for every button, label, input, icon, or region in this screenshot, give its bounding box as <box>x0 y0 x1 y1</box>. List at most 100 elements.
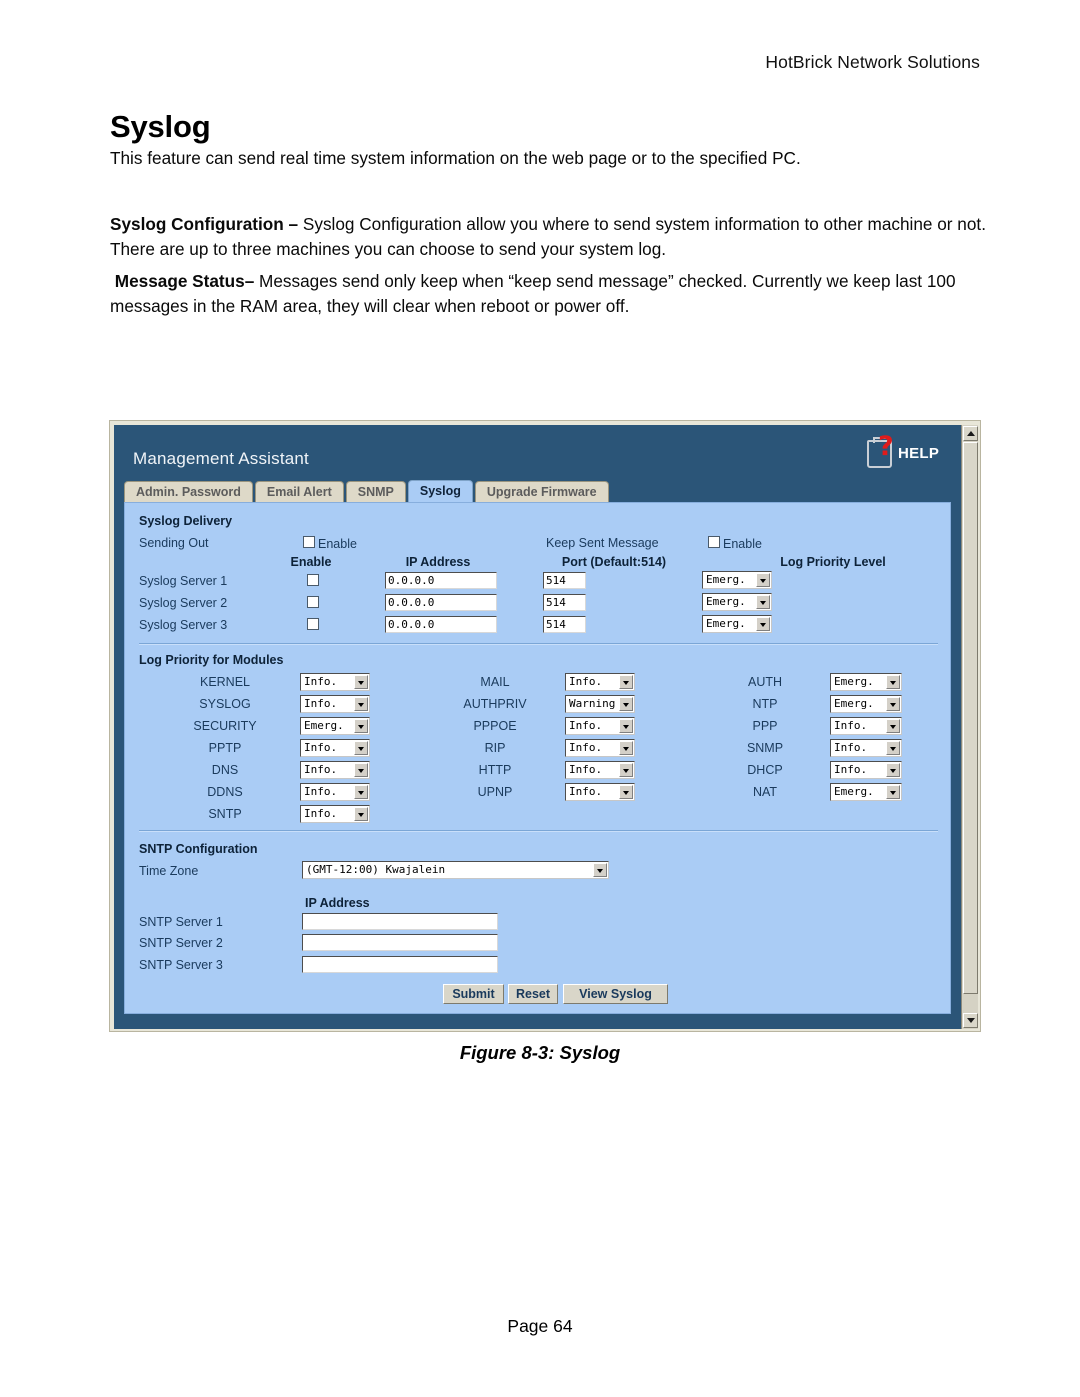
module-dns-value: Info. <box>304 763 338 776</box>
sntp-server-2-input[interactable] <box>302 934 498 951</box>
tab-email-alert[interactable]: Email Alert <box>254 481 344 502</box>
module-auth-label: AUTH <box>747 675 783 689</box>
module-ddns-select[interactable]: Info. <box>300 783 370 801</box>
module-sntp-select[interactable]: Info. <box>300 805 370 823</box>
syslog-configuration-label: Syslog Configuration – <box>110 214 299 234</box>
chevron-down-icon[interactable] <box>619 741 633 755</box>
screenshot-frame: Management Assistant ? HELP Admin. Passw… <box>109 420 981 1032</box>
tab-snmp[interactable]: SNMP <box>345 481 406 502</box>
module-http-select[interactable]: Info. <box>565 761 635 779</box>
tab-syslog[interactable]: Syslog <box>407 480 473 502</box>
module-authpriv-value: Warning <box>569 697 616 710</box>
sntp-server-1-input[interactable] <box>302 913 498 930</box>
chevron-down-icon[interactable] <box>756 617 770 631</box>
message-status-paragraph: Message Status– Messages send only keep … <box>110 269 990 319</box>
module-security-select[interactable]: Emerg. <box>300 717 370 735</box>
chevron-down-icon[interactable] <box>619 675 633 689</box>
chevron-down-icon[interactable] <box>619 697 633 711</box>
syslog-server-2-priority-value: Emerg. <box>706 595 746 608</box>
module-pptp-select[interactable]: Info. <box>300 739 370 757</box>
syslog-server-1-priority-select[interactable]: Emerg. <box>702 571 772 589</box>
syslog-server-1-port-input[interactable]: 514 <box>543 572 586 589</box>
module-auth-select[interactable]: Emerg. <box>830 673 902 691</box>
module-rip-select[interactable]: Info. <box>565 739 635 757</box>
module-syslog-select[interactable]: Info. <box>300 695 370 713</box>
scroll-up-button[interactable] <box>963 426 978 441</box>
module-mail-select[interactable]: Info. <box>565 673 635 691</box>
syslog-server-2-enable-checkbox[interactable] <box>307 596 319 608</box>
scroll-down-button[interactable] <box>963 1013 978 1028</box>
module-dhcp-select[interactable]: Info. <box>830 761 902 779</box>
tab-bar: Admin. Password Email Alert SNMP Syslog … <box>124 480 611 502</box>
module-pppoe-select[interactable]: Info. <box>565 717 635 735</box>
syslog-server-2-port-input[interactable]: 514 <box>543 594 586 611</box>
keep-sent-message-checkbox[interactable] <box>708 536 720 548</box>
time-zone-select[interactable]: (GMT-12:00) Kwajalein <box>302 861 609 879</box>
reset-button[interactable]: Reset <box>508 984 558 1004</box>
chevron-down-icon[interactable] <box>886 741 900 755</box>
chevron-down-icon[interactable] <box>886 763 900 777</box>
syslog-server-3-label: Syslog Server 3 <box>139 618 228 632</box>
chevron-down-icon[interactable] <box>354 697 368 711</box>
chevron-down-icon[interactable] <box>886 719 900 733</box>
module-auth-value: Emerg. <box>834 675 874 688</box>
module-pppoe-value: Info. <box>569 719 603 732</box>
syslog-server-2-priority-select[interactable]: Emerg. <box>702 593 772 611</box>
chevron-down-icon[interactable] <box>354 741 368 755</box>
time-zone-value: (GMT-12:00) Kwajalein <box>306 863 446 876</box>
module-sntp-value: Info. <box>304 807 338 820</box>
syslog-server-3-ip-input[interactable]: 0.0.0.0 <box>385 616 497 633</box>
chevron-down-icon[interactable] <box>619 785 633 799</box>
chevron-down-icon[interactable] <box>354 719 368 733</box>
module-dns-select[interactable]: Info. <box>300 761 370 779</box>
module-snmp-select[interactable]: Info. <box>830 739 902 757</box>
module-ddns-value: Info. <box>304 785 338 798</box>
chevron-down-icon[interactable] <box>886 785 900 799</box>
module-upnp-value: Info. <box>569 785 603 798</box>
module-pppoe-label: PPPOE <box>473 719 517 733</box>
tab-admin-password[interactable]: Admin. Password <box>124 481 253 502</box>
module-http-value: Info. <box>569 763 603 776</box>
sending-out-checkbox[interactable] <box>303 536 315 548</box>
module-ppp-select[interactable]: Info. <box>830 717 902 735</box>
module-ntp-select[interactable]: Emerg. <box>830 695 902 713</box>
col-header-enable: Enable <box>290 555 332 569</box>
module-nat-select[interactable]: Emerg. <box>830 783 902 801</box>
vertical-scrollbar[interactable] <box>961 425 978 1029</box>
syslog-configuration-paragraph: Syslog Configuration – Syslog Configurat… <box>110 212 990 262</box>
syslog-server-1-enable-checkbox[interactable] <box>307 574 319 586</box>
chevron-down-icon[interactable] <box>354 675 368 689</box>
chevron-down-icon[interactable] <box>886 675 900 689</box>
module-dns-label: DNS <box>211 763 239 777</box>
syslog-server-1-ip-input[interactable]: 0.0.0.0 <box>385 572 497 589</box>
module-upnp-select[interactable]: Info. <box>565 783 635 801</box>
figure-caption: Figure 8-3: Syslog <box>459 1042 621 1063</box>
syslog-server-3-port-input[interactable]: 514 <box>543 616 586 633</box>
sntp-ip-address-header: IP Address <box>305 896 370 910</box>
submit-button[interactable]: Submit <box>443 984 504 1004</box>
module-kernel-select[interactable]: Info. <box>300 673 370 691</box>
chevron-down-icon[interactable] <box>354 763 368 777</box>
module-mail-label: MAIL <box>480 675 510 689</box>
chevron-down-icon[interactable] <box>619 719 633 733</box>
chevron-down-icon[interactable] <box>886 697 900 711</box>
view-syslog-button[interactable]: View Syslog <box>563 984 668 1004</box>
module-pptp-label: PPTP <box>208 741 242 755</box>
syslog-server-3-enable-checkbox[interactable] <box>307 618 319 630</box>
tab-upgrade-firmware[interactable]: Upgrade Firmware <box>474 481 609 502</box>
chevron-down-icon[interactable] <box>354 807 368 821</box>
syslog-server-3-priority-value: Emerg. <box>706 617 746 630</box>
tab-content-syslog: Syslog Delivery Sending Out Enable Keep … <box>124 502 951 1014</box>
chevron-down-icon[interactable] <box>756 573 770 587</box>
syslog-server-3-priority-select[interactable]: Emerg. <box>702 615 772 633</box>
syslog-server-2-ip-input[interactable]: 0.0.0.0 <box>385 594 497 611</box>
module-authpriv-select[interactable]: Warning <box>565 695 635 713</box>
chevron-down-icon[interactable] <box>354 785 368 799</box>
help-button[interactable]: ? HELP <box>867 433 945 469</box>
chevron-down-icon[interactable] <box>593 863 607 877</box>
chevron-down-icon[interactable] <box>756 595 770 609</box>
scrollbar-thumb[interactable] <box>963 442 978 994</box>
sntp-server-3-input[interactable] <box>302 956 498 973</box>
syslog-server-1-priority-value: Emerg. <box>706 573 746 586</box>
chevron-down-icon[interactable] <box>619 763 633 777</box>
